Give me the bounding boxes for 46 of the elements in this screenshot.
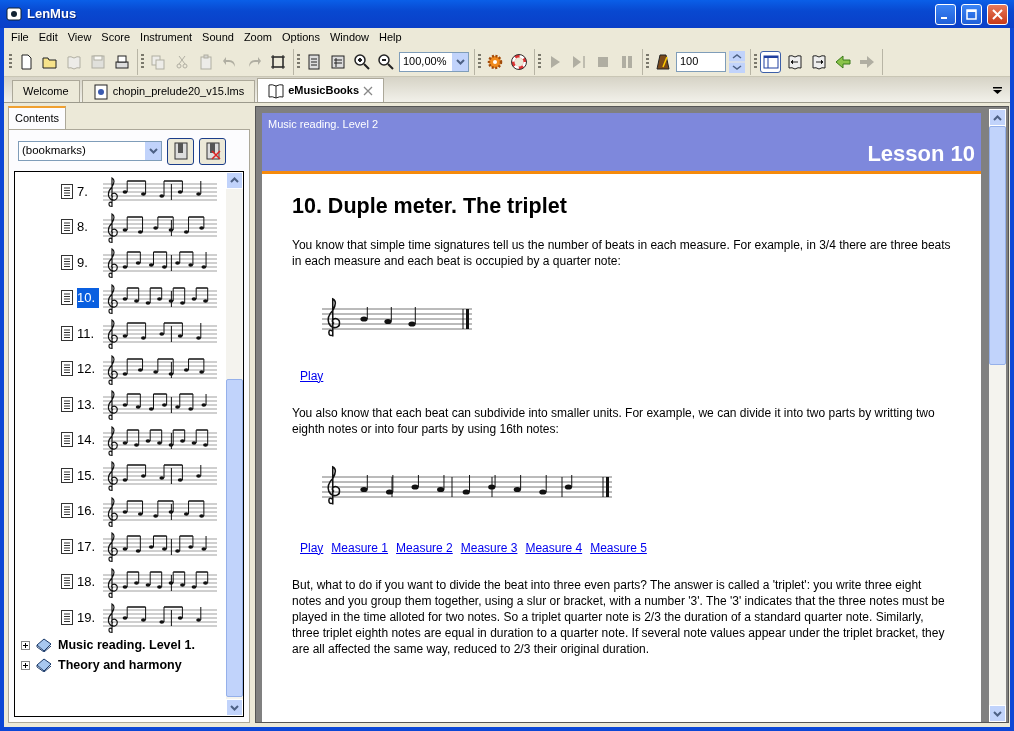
header-subtitle: Music reading. Level 2 (268, 117, 380, 132)
tempo-spin-field[interactable]: 100 (676, 51, 726, 72)
tree-item[interactable]: 15. (77, 465, 99, 485)
paragraph: You know that simple time signatures tell us the number of beats in each measure. For example, in 3/4 there are three beats in each measure and each beat is occupied by a quarter note: (292, 236, 951, 269)
document-tab[interactable]: eMusicBooks (257, 78, 385, 102)
link[interactable]: Measure 3 (460, 540, 518, 555)
menu-item[interactable]: View (62, 29, 97, 46)
link[interactable]: Play (300, 368, 324, 383)
lesson-title: Lesson 10 (867, 139, 975, 168)
tree-item[interactable]: 19. (77, 607, 99, 627)
menu-item[interactable]: Options (277, 29, 325, 46)
link[interactable]: Measure 2 (396, 540, 453, 555)
link[interactable]: Measure 4 (525, 540, 583, 555)
menu-item[interactable]: Sound (197, 29, 239, 46)
tree-item[interactable]: 11. (77, 323, 99, 343)
tree-item[interactable]: 14. (77, 430, 99, 450)
tree-item[interactable]: 13. (77, 394, 99, 414)
tree-item[interactable]: 12. (77, 359, 99, 379)
link[interactable]: Measure 5 (590, 540, 647, 555)
paragraph: You also know that each beat can subdivide into smaller units. For example, we can divide it into two parts by writting two eighth notes or into four parts by using 16th notes: (292, 404, 936, 437)
contents-tab[interactable]: Contents (8, 106, 67, 129)
tree-item[interactable]: 7. (77, 181, 99, 201)
page-heading: 10. Duple meter. The triplet (292, 194, 568, 220)
link[interactable]: Measure 1 (331, 540, 389, 555)
tree-item[interactable]: 17. (77, 536, 99, 556)
menu-item[interactable]: Zoom (238, 29, 277, 46)
menu-item[interactable]: Window (324, 29, 375, 46)
paragraph: But, what to do if you want to divide the beat into three even parts? The answer is called a 'triplet': you write three eight notes and you group them together, using a slur or bracket, with a number '3'. The '3' indicates that the three notes must be played in the time alloted for two notes. So a triplet quarter note is 2/3 the duration of a standard quarter note. Similarly, three triplet eighth notes are equal in duration to a quarter note. If several note values appear under the triplet bracket, they are all affected the same way, reduced to 2/3 their original duration. (292, 576, 946, 657)
tree-item[interactable]: Theory and harmony (58, 655, 182, 675)
window-title: LenMus (27, 5, 78, 24)
menu-item[interactable]: Score (96, 29, 136, 46)
menu-item[interactable]: Help (374, 29, 407, 46)
menu-item[interactable]: File (6, 29, 34, 46)
link[interactable]: Play (300, 540, 324, 555)
tree-item[interactable]: 8. (77, 217, 99, 237)
tree-item[interactable]: 9. (77, 252, 99, 272)
menu-item[interactable]: Instrument (135, 29, 198, 46)
tree-item[interactable]: 16. (77, 501, 99, 521)
tree-item[interactable]: 18. (77, 572, 99, 592)
menu-item[interactable]: Edit (33, 29, 63, 46)
bookmarks-combo-box[interactable]: (bookmarks) (18, 141, 162, 161)
document-tab[interactable]: Welcome (12, 80, 80, 102)
document-tab[interactable]: chopin_prelude20_v15.lms (81, 80, 256, 102)
tree-item[interactable]: Music reading. Level 1. (58, 635, 195, 655)
tree-item[interactable]: 10. (77, 288, 99, 308)
zoom-combo-box[interactable]: 100,00% (399, 51, 469, 72)
